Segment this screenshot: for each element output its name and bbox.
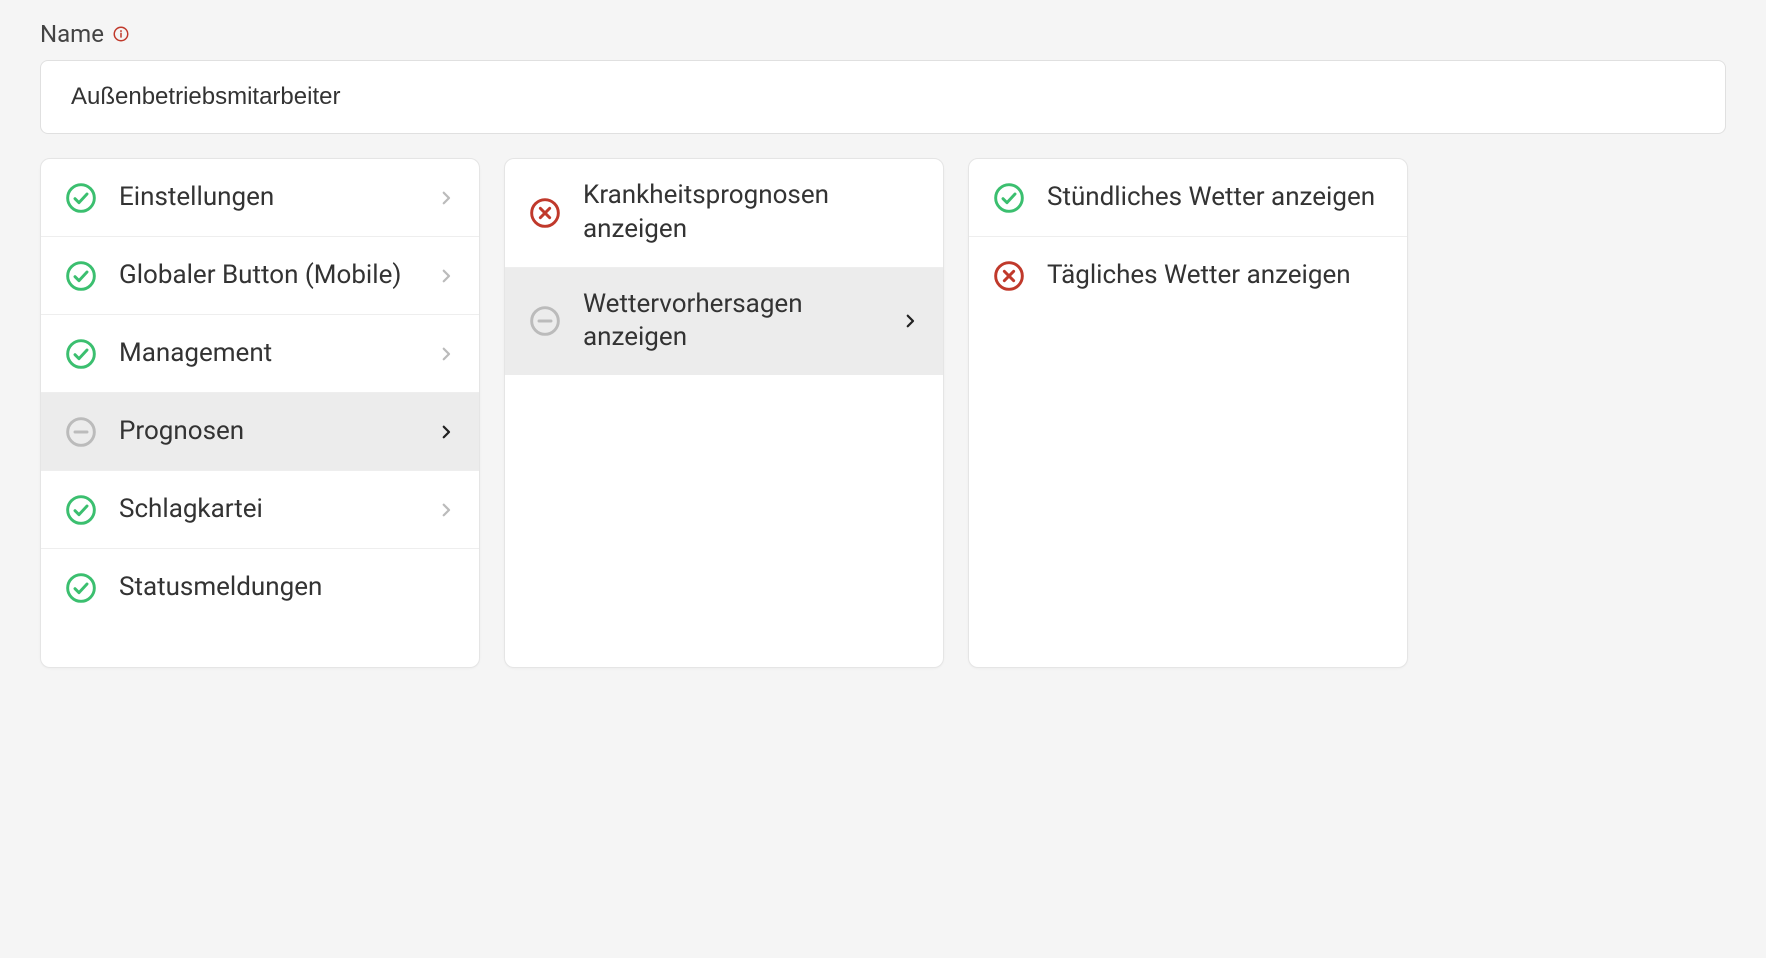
permission-item-label: Stündliches Wetter anzeigen <box>1047 181 1383 215</box>
permission-item[interactable]: Management <box>41 315 479 393</box>
check-circle-icon <box>65 338 97 370</box>
permission-item-label: Tägliches Wetter anzeigen <box>1047 259 1383 293</box>
permission-item[interactable]: Statusmeldungen <box>41 549 479 627</box>
permission-item-label: Statusmeldungen <box>119 571 455 605</box>
permission-item-label: Wettervorhersagen anzeigen <box>583 288 889 356</box>
name-input[interactable] <box>40 60 1726 134</box>
check-circle-icon <box>65 260 97 292</box>
permission-item-label: Globaler Button (Mobile) <box>119 259 425 293</box>
permission-item[interactable]: Tägliches Wetter anzeigen <box>969 237 1407 315</box>
permission-item-label: Prognosen <box>119 415 425 449</box>
permission-item-label: Krankheitsprognosen anzeigen <box>583 179 919 247</box>
permissions-panel-0: Einstellungen Globaler Button (Mobile) Man… <box>40 158 480 668</box>
permission-item[interactable]: Wettervorhersagen anzeigen <box>505 268 943 376</box>
chevron-right-icon <box>437 345 455 363</box>
info-icon[interactable] <box>112 25 130 43</box>
minus-circle-icon <box>529 305 561 337</box>
permissions-columns: Einstellungen Globaler Button (Mobile) Man… <box>40 158 1726 668</box>
chevron-right-icon <box>437 423 455 441</box>
chevron-right-icon <box>437 189 455 207</box>
permissions-panel-2: Stündliches Wetter anzeigen Tägliches Wet… <box>968 158 1408 668</box>
permission-item[interactable]: Globaler Button (Mobile) <box>41 237 479 315</box>
check-circle-icon <box>65 182 97 214</box>
permission-item-label: Einstellungen <box>119 181 425 215</box>
permission-item[interactable]: Krankheitsprognosen anzeigen <box>505 159 943 268</box>
check-circle-icon <box>65 494 97 526</box>
name-field-label: Name <box>40 20 1726 48</box>
permission-item-label: Management <box>119 337 425 371</box>
permission-item[interactable]: Prognosen <box>41 393 479 471</box>
check-circle-icon <box>65 572 97 604</box>
permission-item[interactable]: Stündliches Wetter anzeigen <box>969 159 1407 237</box>
permission-item[interactable]: Schlagkartei <box>41 471 479 549</box>
check-circle-icon <box>993 182 1025 214</box>
x-circle-icon <box>993 260 1025 292</box>
chevron-right-icon <box>901 312 919 330</box>
chevron-right-icon <box>437 267 455 285</box>
chevron-right-icon <box>437 501 455 519</box>
permissions-panel-1: Krankheitsprognosen anzeigen Wettervorher… <box>504 158 944 668</box>
x-circle-icon <box>529 197 561 229</box>
name-label-text: Name <box>40 20 104 48</box>
permission-item-label: Schlagkartei <box>119 493 425 527</box>
permission-item[interactable]: Einstellungen <box>41 159 479 237</box>
minus-circle-icon <box>65 416 97 448</box>
